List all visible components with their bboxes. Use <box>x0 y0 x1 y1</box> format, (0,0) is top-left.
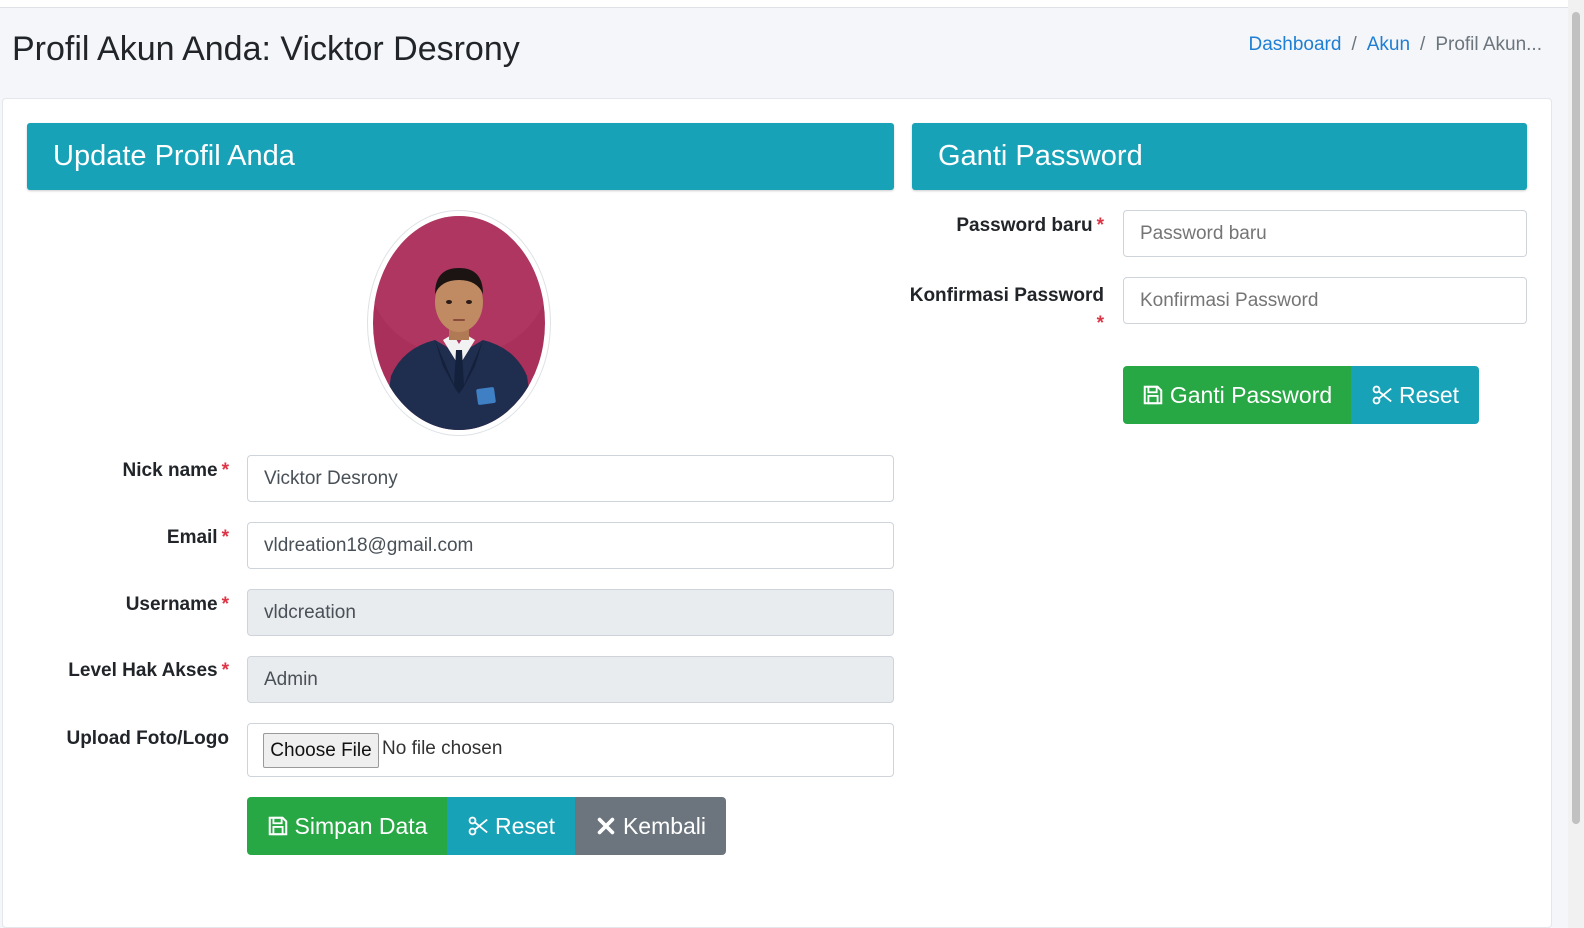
breadcrumb-separator: / <box>1420 34 1426 55</box>
level-input: Admin <box>247 656 894 703</box>
breadcrumb-dashboard-link[interactable]: Dashboard <box>1249 34 1342 56</box>
save-button[interactable]: Simpan Data <box>247 797 447 855</box>
nickname-label: Nick name * <box>122 460 229 481</box>
required-mark: * <box>221 460 229 481</box>
new-password-label: Password baru * <box>956 215 1104 236</box>
close-icon <box>597 817 615 835</box>
level-label: Level Hak Akses * <box>68 660 229 681</box>
email-label: Email * <box>166 527 229 548</box>
scissors-icon <box>1372 385 1392 405</box>
vertical-scrollbar[interactable] <box>1568 0 1584 928</box>
content-header: Profil Akun Anda: Vicktor Desrony Dashbo… <box>0 8 1568 98</box>
breadcrumb: Dashboard / Akun / Profil Akun... <box>1249 34 1543 56</box>
avatar <box>367 210 551 436</box>
file-status: No file chosen <box>382 738 503 759</box>
top-border <box>0 0 1568 8</box>
upload-label: Upload Foto/Logo <box>66 728 229 749</box>
scissors-icon <box>468 816 488 836</box>
breadcrumb-separator: / <box>1351 34 1357 55</box>
reset-button[interactable]: Reset <box>447 797 575 855</box>
email-input[interactable]: vldreation18@gmail.com <box>247 522 894 569</box>
required-mark: * <box>221 594 229 615</box>
page-title: Profil Akun Anda: Vicktor Desrony <box>12 30 520 68</box>
floppy-disk-icon <box>1143 385 1163 405</box>
breadcrumb-active: Profil Akun... <box>1435 34 1542 55</box>
username-label: Username * <box>125 594 229 615</box>
breadcrumb-akun-link[interactable]: Akun <box>1367 34 1410 56</box>
confirm-password-label: Konfirmasi Password * <box>909 285 1104 334</box>
choose-file-button[interactable]: Choose File <box>263 733 379 768</box>
required-mark: * <box>221 527 229 548</box>
profile-photo-illustration <box>373 216 545 430</box>
scrollbar-thumb[interactable] <box>1572 12 1580 824</box>
new-password-input[interactable] <box>1123 210 1527 257</box>
change-password-button[interactable]: Ganti Password <box>1123 366 1351 424</box>
password-reset-button[interactable]: Reset <box>1351 366 1479 424</box>
profile-panel-heading: Update Profil Anda <box>27 123 894 190</box>
confirm-password-input[interactable] <box>1123 277 1527 324</box>
profile-photo <box>373 216 545 430</box>
username-input: vldcreation <box>247 589 894 636</box>
nickname-input[interactable]: Vicktor Desrony <box>247 455 894 502</box>
required-mark: * <box>221 660 229 681</box>
required-mark: * <box>1096 215 1104 236</box>
floppy-disk-icon <box>268 816 287 836</box>
password-panel-heading: Ganti Password <box>912 123 1527 190</box>
back-button[interactable]: Kembali <box>575 797 726 855</box>
required-mark: * <box>1096 313 1104 334</box>
